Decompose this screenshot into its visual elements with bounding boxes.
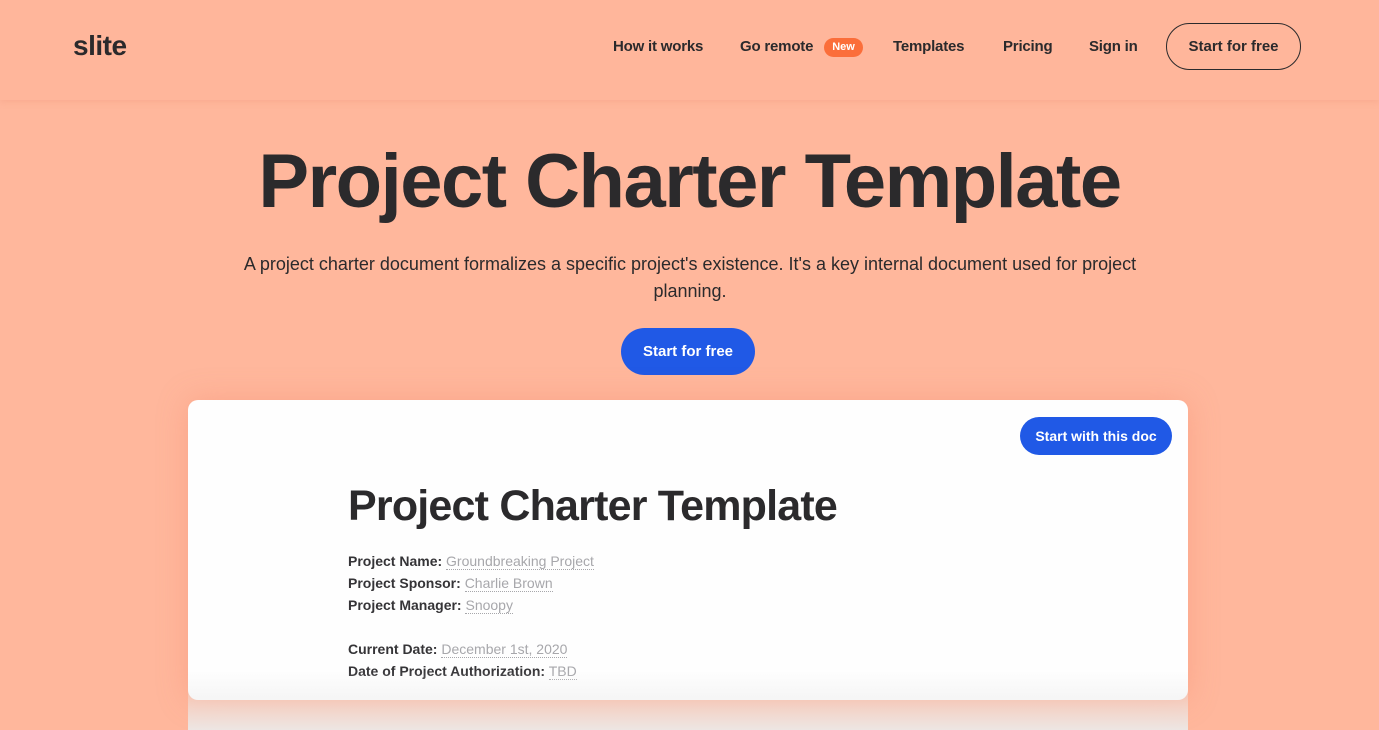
field-label: Project Manager: [348,597,462,613]
hero-start-for-free-button[interactable]: Start for free [621,328,755,375]
doc-title: Project Charter Template [348,482,838,530]
field-label: Date of Project Authorization: [348,663,546,679]
start-with-this-doc-button[interactable]: Start with this doc [1020,417,1172,455]
nav-templates[interactable]: Templates [893,38,964,55]
field-label: Project Sponsor: [348,575,461,591]
template-preview-card: Start with this doc Project Charter Temp… [188,400,1188,730]
nav-sign-in[interactable]: Sign in [1089,38,1138,55]
card-fade-overlay [188,670,1188,730]
field-value: Groundbreaking Project [446,553,594,570]
field-value: December 1st, 2020 [441,641,568,658]
page-subtitle: A project charter document formalizes a … [243,254,1137,301]
header-start-for-free-button[interactable]: Start for free [1166,23,1301,70]
doc-fields: Project Name: Groundbreaking Project Pro… [348,550,594,682]
site-header: slite How it works Go remote New Templat… [0,0,1379,100]
nav-go-remote[interactable]: Go remote [740,38,813,55]
field-authorization-date: Date of Project Authorization: TBD [348,660,594,682]
field-project-manager: Project Manager: Snoopy [348,594,594,616]
field-label: Current Date: [348,641,438,657]
field-label: Project Name: [348,553,443,569]
nav-pricing[interactable]: Pricing [1003,38,1053,55]
new-badge: New [824,38,863,57]
nav-how-it-works[interactable]: How it works [613,38,703,55]
main-nav: How it works Go remote New Templates Pri… [0,0,1379,96]
field-value: TBD [548,663,577,680]
field-current-date: Current Date: December 1st, 2020 [348,638,594,660]
page-title: Project Charter Template [258,139,1122,224]
field-project-name: Project Name: Groundbreaking Project [348,550,594,572]
field-project-sponsor: Project Sponsor: Charlie Brown [348,572,594,594]
field-value: Charlie Brown [464,575,553,592]
field-value: Snoopy [465,597,513,614]
